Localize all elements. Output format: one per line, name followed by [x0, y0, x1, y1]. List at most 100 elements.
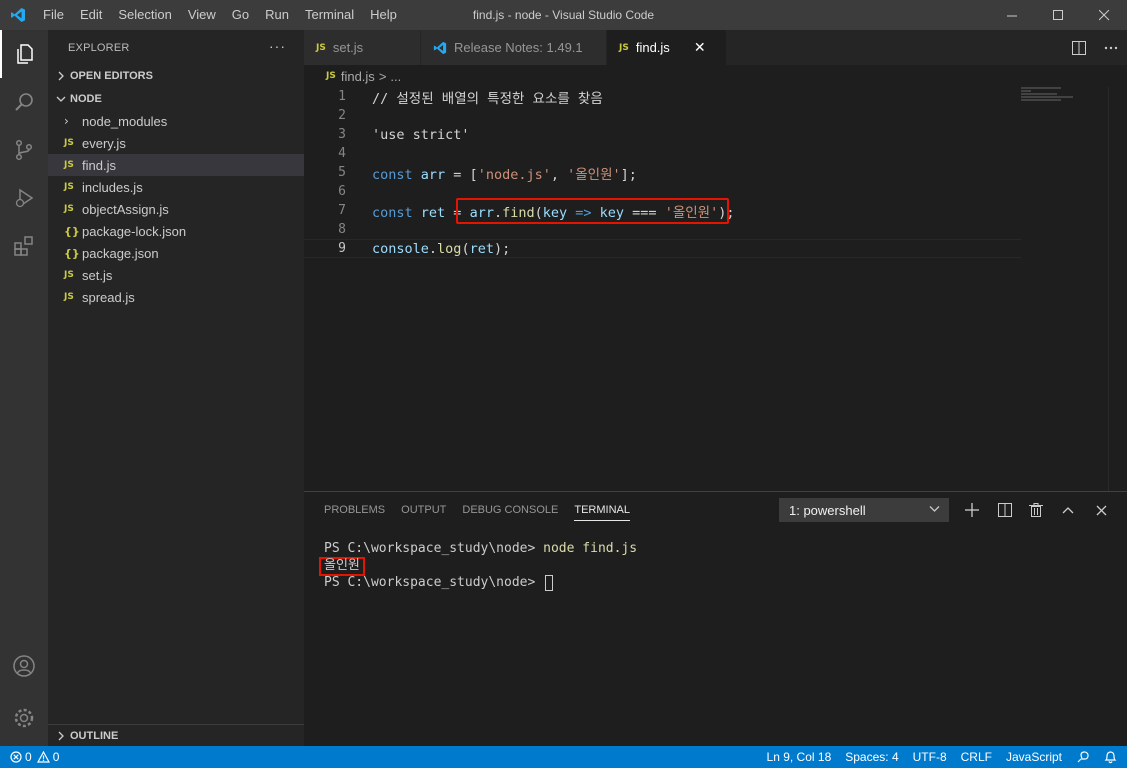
- vscode-logo-icon: [0, 0, 35, 30]
- split-editor-icon[interactable]: [1063, 40, 1095, 55]
- maximize-button[interactable]: [1035, 0, 1081, 30]
- cursor-position[interactable]: Ln 9, Col 18: [760, 750, 839, 764]
- trash-icon[interactable]: [1024, 498, 1048, 522]
- file-label: package.json: [82, 245, 159, 261]
- file-label: every.js: [82, 135, 126, 151]
- indentation[interactable]: Spaces: 4: [838, 750, 905, 764]
- warning-icon: [36, 751, 50, 763]
- split-terminal-icon[interactable]: [993, 498, 1017, 522]
- editor-tabs: JS set.js Release Notes: 1.49.1 JS find.…: [304, 30, 1127, 65]
- warning-count: 0: [52, 750, 60, 764]
- tab-problems[interactable]: PROBLEMS: [316, 492, 393, 528]
- settings-gear-icon[interactable]: [0, 694, 48, 742]
- tree-item-package-lock-json[interactable]: {} package-lock.json: [48, 220, 304, 242]
- menu-file[interactable]: File: [35, 0, 72, 30]
- maximize-panel-icon[interactable]: [1056, 498, 1080, 522]
- chevron-right-icon: ›: [64, 114, 69, 128]
- chevron-down-icon: [929, 502, 940, 516]
- outline-section[interactable]: OUTLINE: [48, 724, 304, 746]
- line-number: 1: [338, 89, 346, 104]
- tree-item-package-json[interactable]: {} package.json: [48, 242, 304, 264]
- error-count: 0: [25, 750, 32, 764]
- encoding[interactable]: UTF-8: [906, 750, 954, 764]
- tab-output[interactable]: OUTPUT: [393, 492, 454, 528]
- search-icon[interactable]: [0, 78, 48, 126]
- terminal-line: 올인원: [319, 557, 637, 576]
- menu-selection[interactable]: Selection: [110, 0, 179, 30]
- language-mode[interactable]: JavaScript: [999, 750, 1069, 764]
- minimize-button[interactable]: [989, 0, 1035, 30]
- menu-edit[interactable]: Edit: [72, 0, 110, 30]
- terminal-cursor: [545, 574, 554, 591]
- tree-item-set-js[interactable]: JS set.js: [48, 264, 304, 286]
- tab-terminal[interactable]: TERMINAL: [566, 492, 638, 528]
- tree-item-objectassign-js[interactable]: JS objectAssign.js: [48, 198, 304, 220]
- code-editor[interactable]: 1 // 설정된 배열의 특정한 요소를 찾음 2 3 'use strict'…: [304, 87, 1127, 491]
- minimap-divider: [1108, 87, 1109, 491]
- file-label: spread.js: [82, 289, 135, 305]
- line-number: 7: [338, 203, 346, 218]
- source-control-icon[interactable]: [0, 126, 48, 174]
- explorer-title: EXPLORER: [68, 41, 130, 54]
- tree-item-spread-js[interactable]: JS spread.js: [48, 286, 304, 308]
- folder-section-node[interactable]: NODE: [48, 88, 304, 110]
- tab-set-js[interactable]: JS set.js: [304, 30, 421, 65]
- activity-bar: [0, 30, 48, 746]
- open-editors-label: OPEN EDITORS: [70, 70, 153, 82]
- tree-item-includes-js[interactable]: JS includes.js: [48, 176, 304, 198]
- tree-item-node-modules[interactable]: › node_modules: [48, 110, 304, 132]
- tab-label: set.js: [332, 40, 364, 55]
- file-label: package-lock.json: [82, 223, 187, 239]
- more-actions-icon[interactable]: [1095, 46, 1127, 50]
- editor-actions: [1063, 30, 1127, 65]
- terminal-select-value: 1: powershell: [789, 502, 866, 518]
- notifications-bell-icon[interactable]: [1097, 750, 1127, 764]
- minimap[interactable]: [1021, 87, 1113, 107]
- file-label: objectAssign.js: [82, 201, 169, 217]
- more-actions-icon[interactable]: ···: [269, 38, 286, 54]
- highlight-box: [456, 198, 729, 224]
- terminal-select[interactable]: 1: powershell: [779, 498, 949, 522]
- explorer-sidebar: EXPLORER ··· OPEN EDITORS NODE › node_mod…: [48, 30, 304, 746]
- explorer-icon[interactable]: [0, 30, 48, 78]
- open-editors-section[interactable]: OPEN EDITORS: [48, 65, 304, 87]
- menu-run[interactable]: Run: [257, 0, 297, 30]
- breadcrumb-rest[interactable]: ...: [390, 69, 401, 84]
- close-panel-icon[interactable]: [1089, 498, 1113, 522]
- bottom-panel: PROBLEMS OUTPUT DEBUG CONSOLE TERMINAL 1…: [304, 491, 1127, 746]
- feedback-icon[interactable]: [1069, 750, 1097, 764]
- extensions-icon[interactable]: [0, 222, 48, 270]
- end-of-line[interactable]: CRLF: [954, 750, 999, 764]
- tab-debug-console[interactable]: DEBUG CONSOLE: [454, 492, 566, 528]
- js-file-icon: JS: [619, 42, 629, 53]
- terminal-output[interactable]: PS C:\workspace_study\node> node find.js…: [319, 540, 637, 591]
- breadcrumb-file[interactable]: find.js: [341, 69, 375, 84]
- menu-view[interactable]: View: [180, 0, 224, 30]
- status-right: Ln 9, Col 18 Spaces: 4 UTF-8 CRLF JavaSc…: [760, 746, 1127, 768]
- status-bar: 0 0 Ln 9, Col 18 Spaces: 4 UTF-8 CRLF Ja…: [0, 746, 1127, 768]
- run-debug-icon[interactable]: [0, 174, 48, 222]
- js-file-icon: JS: [326, 71, 336, 81]
- chevron-down-icon: [54, 95, 68, 103]
- js-file-icon: JS: [64, 292, 74, 302]
- terminal-line: PS C:\workspace_study\node>: [324, 574, 637, 591]
- outline-label: OUTLINE: [70, 729, 119, 742]
- accounts-icon[interactable]: [0, 642, 48, 690]
- close-window-button[interactable]: [1081, 0, 1127, 30]
- problems-status[interactable]: 0 0: [0, 750, 59, 764]
- menu-terminal[interactable]: Terminal: [297, 0, 362, 30]
- new-terminal-icon[interactable]: [960, 498, 984, 522]
- tab-release-notes[interactable]: Release Notes: 1.49.1: [421, 30, 607, 65]
- json-file-icon: {}: [64, 246, 80, 260]
- tab-label: find.js: [635, 40, 670, 55]
- tab-find-js[interactable]: JS find.js ✕: [607, 30, 727, 65]
- explorer-header: EXPLORER ···: [48, 30, 304, 65]
- code-text: // 설정된 배열의 특정한 요소를 찾음: [372, 90, 603, 107]
- close-tab-icon[interactable]: ✕: [694, 39, 706, 56]
- line-number: 5: [338, 165, 346, 180]
- js-file-icon: JS: [64, 138, 74, 148]
- tree-item-every-js[interactable]: JS every.js: [48, 132, 304, 154]
- tree-item-find-js[interactable]: JS find.js: [48, 154, 304, 176]
- menu-go[interactable]: Go: [224, 0, 257, 30]
- menu-help[interactable]: Help: [362, 0, 405, 30]
